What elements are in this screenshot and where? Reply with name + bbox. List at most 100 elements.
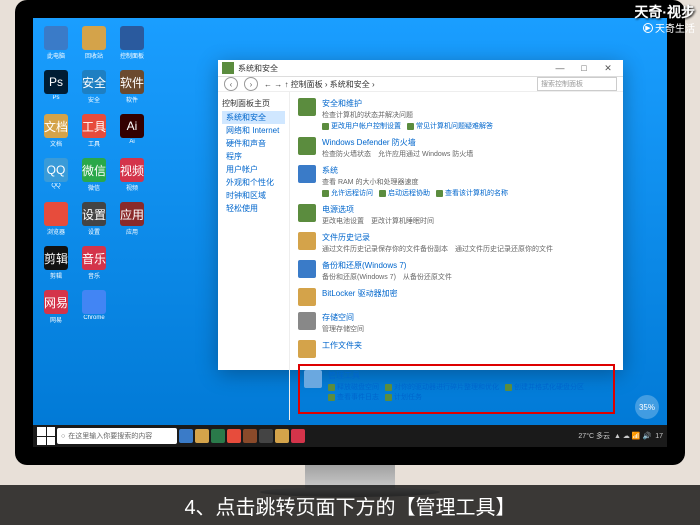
address-bar: ‹ › ← → ↑ 控制面板 › 系统和安全 › 搜索控制面板	[218, 77, 623, 92]
desktop-icon[interactable]: QQQQ	[41, 158, 71, 196]
category-item: 存储空间管理存储空间	[298, 312, 615, 334]
category-item: 文件历史记录通过文件历史记录保存你的文件备份副本 通过文件历史记录还原你的文件	[298, 232, 615, 254]
category-icon	[298, 204, 316, 222]
taskbar-app-icon[interactable]	[211, 429, 225, 443]
taskbar-search[interactable]: ○在这里输入你要搜索的内容	[57, 428, 177, 444]
category-item: 电源选项更改电池设置 更改计算机睡眠时间	[298, 204, 615, 226]
desktop-icon[interactable]: 回收站	[79, 26, 109, 64]
admin-tool-link[interactable]: 计划任务	[385, 392, 422, 402]
category-icon	[298, 312, 316, 330]
sidebar-item[interactable]: 系统和安全	[222, 111, 285, 124]
control-panel-window: 系统和安全 — □ ✕ ‹ › ← → ↑ 控制面板 › 系统和安全 › 搜索控…	[218, 60, 623, 370]
maximize-button[interactable]: □	[573, 60, 595, 76]
monitor-frame: 此电脑回收站控制面板 PsPs 安全安全软件软件文档文档工具工具 AiAi QQQQ 微信…	[15, 0, 685, 465]
category-item: 系统查看 RAM 的大小和处理器速度允许远程访问启动远程协助查看该计算机的名称	[298, 165, 615, 198]
admin-tools-section: 管理工具 释放磁盘空间对你的驱动器进行碎片整理和优化创建并格式化硬盘分区查看事件…	[298, 364, 615, 414]
sidebar-item[interactable]: 轻松使用	[222, 202, 285, 215]
forward-button[interactable]: ›	[244, 77, 258, 91]
content-area: 安全和维护检查计算机的状态并解决问题更改用户帐户控制设置常见计算机问题疑难解答 W…	[290, 92, 623, 420]
taskbar-app-icon[interactable]	[243, 429, 257, 443]
back-button[interactable]: ‹	[224, 77, 238, 91]
desktop-icon[interactable]: 微信微信	[79, 158, 109, 196]
desktop-icon[interactable]: PsPs	[41, 70, 71, 108]
desktop-icon[interactable]: 剪辑剪辑	[41, 246, 71, 284]
category-link[interactable]: 启动远程协助	[379, 188, 430, 198]
taskbar-app-icon[interactable]	[227, 429, 241, 443]
admin-tool-link[interactable]: 创建并格式化硬盘分区	[505, 382, 584, 392]
desktop-icon[interactable]: 此电脑	[41, 26, 71, 64]
category-title[interactable]: 安全和维护	[322, 98, 615, 109]
category-icon	[298, 165, 316, 183]
desktop-icon[interactable]: 视频视频	[117, 158, 147, 196]
admin-tools-title[interactable]: 管理工具	[328, 370, 609, 381]
admin-tool-link[interactable]: 释放磁盘空间	[328, 382, 379, 392]
category-link[interactable]: 查看该计算机的名称	[436, 188, 508, 198]
category-title[interactable]: 工作文件夹	[322, 340, 615, 351]
desktop-icon[interactable]: 设置设置	[79, 202, 109, 240]
admin-tool-link[interactable]: 查看事件日志	[328, 392, 379, 402]
taskbar-app-icon[interactable]	[179, 429, 193, 443]
desktop-icon[interactable]: AiAi	[117, 114, 147, 152]
category-title[interactable]: 系统	[322, 165, 615, 176]
category-icon	[298, 137, 316, 155]
instruction-caption: 4、点击跳转页面下方的【管理工具】	[0, 485, 700, 525]
category-title[interactable]: BitLocker 驱动器加密	[322, 288, 615, 299]
desktop-icon[interactable]: 文档文档	[41, 114, 71, 152]
system-tray[interactable]: 27°C 多云 ▲ ☁ 📶 🔊 17	[578, 431, 663, 441]
weather-badge[interactable]: 35%	[635, 395, 659, 419]
desktop-icon[interactable]: 软件软件	[117, 70, 147, 108]
close-button[interactable]: ✕	[597, 60, 619, 76]
category-icon	[298, 340, 316, 358]
category-item: 备份和还原(Windows 7)备份和还原(Windows 7) 从备份还原文件	[298, 260, 615, 282]
watermark-top: 天奇·视步	[634, 2, 695, 22]
category-link[interactable]: 更改用户帐户控制设置	[322, 121, 401, 131]
sidebar-item[interactable]: 硬件和声音	[222, 137, 285, 150]
category-title[interactable]: 备份和还原(Windows 7)	[322, 260, 615, 271]
taskbar-app-icon[interactable]	[195, 429, 209, 443]
shield-icon	[222, 62, 234, 74]
desktop-icon[interactable]: 控制面板	[117, 26, 147, 64]
desktop-icon[interactable]: 网易网易	[41, 290, 71, 328]
taskbar-app-icon[interactable]	[259, 429, 273, 443]
admin-tools-icon	[304, 370, 322, 388]
watermark-sub: ▶天奇生活	[643, 20, 695, 35]
category-item: 工作文件夹	[298, 340, 615, 358]
desktop-icon[interactable]: 安全安全	[79, 70, 109, 108]
desktop-icon[interactable]: 应用应用	[117, 202, 147, 240]
desktop-icon[interactable]: 音乐音乐	[79, 246, 109, 284]
sidebar: 控制面板主页 系统和安全网络和 Internet硬件和声音程序用户帐户外观和个性…	[218, 92, 290, 420]
sidebar-item[interactable]: 程序	[222, 150, 285, 163]
category-icon	[298, 260, 316, 278]
window-titlebar[interactable]: 系统和安全 — □ ✕	[218, 60, 623, 77]
category-title[interactable]: Windows Defender 防火墙	[322, 137, 615, 148]
category-link[interactable]: 常见计算机问题疑难解答	[407, 121, 493, 131]
desktop-icon[interactable]: Chrome	[79, 290, 109, 328]
admin-tool-link[interactable]: 对你的驱动器进行碎片整理和优化	[385, 382, 499, 392]
sidebar-item[interactable]: 网络和 Internet	[222, 124, 285, 137]
breadcrumb[interactable]: ← → ↑ 控制面板 › 系统和安全 ›	[264, 79, 531, 90]
desktop-icon[interactable]: 工具工具	[79, 114, 109, 152]
minimize-button[interactable]: —	[549, 60, 571, 76]
taskbar: ○在这里输入你要搜索的内容 27°C 多云 ▲ ☁ 📶 🔊 17	[33, 425, 667, 447]
category-link[interactable]: 允许远程访问	[322, 188, 373, 198]
taskbar-app-icon[interactable]	[291, 429, 305, 443]
category-item: BitLocker 驱动器加密	[298, 288, 615, 306]
category-icon	[298, 232, 316, 250]
category-title[interactable]: 文件历史记录	[322, 232, 615, 243]
desktop-icons-area: 此电脑回收站控制面板 PsPs 安全安全软件软件文档文档工具工具 AiAi QQQQ 微信…	[41, 26, 147, 328]
sidebar-item[interactable]: 外观和个性化	[222, 176, 285, 189]
search-input[interactable]: 搜索控制面板	[537, 77, 617, 91]
sidebar-header[interactable]: 控制面板主页	[222, 98, 285, 109]
taskbar-app-icon[interactable]	[275, 429, 289, 443]
category-icon	[298, 288, 316, 306]
start-button[interactable]	[37, 427, 55, 445]
desktop-screen: 此电脑回收站控制面板 PsPs 安全安全软件软件文档文档工具工具 AiAi QQQQ 微信…	[33, 18, 667, 447]
window-title: 系统和安全	[238, 63, 549, 74]
category-title[interactable]: 电源选项	[322, 204, 615, 215]
sidebar-item[interactable]: 时钟和区域	[222, 189, 285, 202]
category-item: Windows Defender 防火墙检查防火墙状态 允许应用通过 Windo…	[298, 137, 615, 159]
category-item: 安全和维护检查计算机的状态并解决问题更改用户帐户控制设置常见计算机问题疑难解答	[298, 98, 615, 131]
category-title[interactable]: 存储空间	[322, 312, 615, 323]
desktop-icon[interactable]: 浏览器	[41, 202, 71, 240]
sidebar-item[interactable]: 用户帐户	[222, 163, 285, 176]
